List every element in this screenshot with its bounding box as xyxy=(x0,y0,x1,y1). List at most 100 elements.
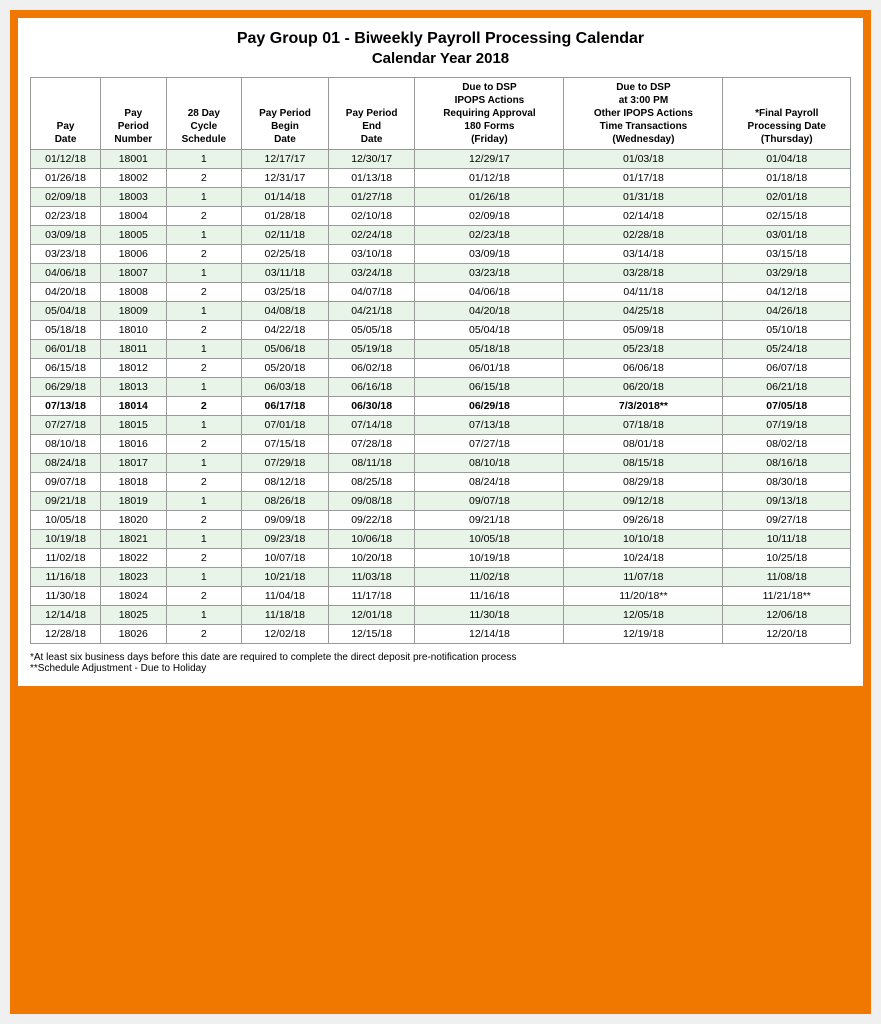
cell-0-6: 01/03/18 xyxy=(564,150,723,169)
cell-2-3: 01/14/18 xyxy=(242,188,329,207)
main-title: Pay Group 01 - Biweekly Payroll Processi… xyxy=(30,30,851,48)
cell-18-0: 09/21/18 xyxy=(31,492,101,511)
cell-15-0: 08/10/18 xyxy=(31,435,101,454)
cell-19-2: 2 xyxy=(166,511,242,530)
cell-18-6: 09/12/18 xyxy=(564,492,723,511)
cell-14-0: 07/27/18 xyxy=(31,416,101,435)
cell-0-1: 18001 xyxy=(101,150,166,169)
cell-21-0: 11/02/18 xyxy=(31,549,101,568)
cell-6-1: 18007 xyxy=(101,264,166,283)
outer-border: Pay Group 01 - Biweekly Payroll Processi… xyxy=(10,10,871,1014)
cell-5-7: 03/15/18 xyxy=(723,245,851,264)
cell-11-5: 06/01/18 xyxy=(415,359,564,378)
cell-3-5: 02/09/18 xyxy=(415,207,564,226)
cell-20-3: 09/23/18 xyxy=(242,530,329,549)
cell-12-5: 06/15/18 xyxy=(415,378,564,397)
cell-11-3: 05/20/18 xyxy=(242,359,329,378)
cell-5-6: 03/14/18 xyxy=(564,245,723,264)
cell-12-7: 06/21/18 xyxy=(723,378,851,397)
cell-12-3: 06/03/18 xyxy=(242,378,329,397)
table-row: 04/06/1818007103/11/1803/24/1803/23/1803… xyxy=(31,264,851,283)
cell-20-7: 10/11/18 xyxy=(723,530,851,549)
cell-7-3: 03/25/18 xyxy=(242,283,329,302)
cell-20-1: 18021 xyxy=(101,530,166,549)
cell-1-6: 01/17/18 xyxy=(564,169,723,188)
cell-19-3: 09/09/18 xyxy=(242,511,329,530)
cell-15-1: 18016 xyxy=(101,435,166,454)
cell-17-6: 08/29/18 xyxy=(564,473,723,492)
cell-13-1: 18014 xyxy=(101,397,166,416)
cell-24-1: 18025 xyxy=(101,606,166,625)
cell-21-3: 10/07/18 xyxy=(242,549,329,568)
cell-4-5: 02/23/18 xyxy=(415,226,564,245)
cell-1-5: 01/12/18 xyxy=(415,169,564,188)
cell-3-3: 01/28/18 xyxy=(242,207,329,226)
table-row: 02/09/1818003101/14/1801/27/1801/26/1801… xyxy=(31,188,851,207)
cell-14-5: 07/13/18 xyxy=(415,416,564,435)
table-row: 10/05/1818020209/09/1809/22/1809/21/1809… xyxy=(31,511,851,530)
cell-21-6: 10/24/18 xyxy=(564,549,723,568)
cell-5-2: 2 xyxy=(166,245,242,264)
cell-24-6: 12/05/18 xyxy=(564,606,723,625)
cell-8-0: 05/04/18 xyxy=(31,302,101,321)
table-row: 04/20/1818008203/25/1804/07/1804/06/1804… xyxy=(31,283,851,302)
cell-20-0: 10/19/18 xyxy=(31,530,101,549)
cell-1-0: 01/26/18 xyxy=(31,169,101,188)
cell-24-4: 12/01/18 xyxy=(328,606,415,625)
cell-0-0: 01/12/18 xyxy=(31,150,101,169)
cell-22-7: 11/08/18 xyxy=(723,568,851,587)
table-row: 08/24/1818017107/29/1808/11/1808/10/1808… xyxy=(31,454,851,473)
cell-13-3: 06/17/18 xyxy=(242,397,329,416)
cell-14-4: 07/14/18 xyxy=(328,416,415,435)
table-row: 03/09/1818005102/11/1802/24/1802/23/1802… xyxy=(31,226,851,245)
cell-17-2: 2 xyxy=(166,473,242,492)
cell-7-6: 04/11/18 xyxy=(564,283,723,302)
cell-18-2: 1 xyxy=(166,492,242,511)
cell-20-5: 10/05/18 xyxy=(415,530,564,549)
cell-4-1: 18005 xyxy=(101,226,166,245)
cell-12-4: 06/16/18 xyxy=(328,378,415,397)
cell-16-3: 07/29/18 xyxy=(242,454,329,473)
cell-2-6: 01/31/18 xyxy=(564,188,723,207)
cell-24-2: 1 xyxy=(166,606,242,625)
cell-3-4: 02/10/18 xyxy=(328,207,415,226)
table-row: 05/04/1818009104/08/1804/21/1804/20/1804… xyxy=(31,302,851,321)
cell-25-4: 12/15/18 xyxy=(328,625,415,644)
cell-23-1: 18024 xyxy=(101,587,166,606)
cell-6-4: 03/24/18 xyxy=(328,264,415,283)
cell-7-5: 04/06/18 xyxy=(415,283,564,302)
cell-15-6: 08/01/18 xyxy=(564,435,723,454)
cell-8-7: 04/26/18 xyxy=(723,302,851,321)
cell-19-5: 09/21/18 xyxy=(415,511,564,530)
cell-9-3: 04/22/18 xyxy=(242,321,329,340)
cell-16-7: 08/16/18 xyxy=(723,454,851,473)
cell-5-4: 03/10/18 xyxy=(328,245,415,264)
cell-13-4: 06/30/18 xyxy=(328,397,415,416)
cell-25-0: 12/28/18 xyxy=(31,625,101,644)
cell-19-7: 09/27/18 xyxy=(723,511,851,530)
table-row: 01/12/1818001112/17/1712/30/1712/29/1701… xyxy=(31,150,851,169)
cell-13-2: 2 xyxy=(166,397,242,416)
cell-8-1: 18009 xyxy=(101,302,166,321)
cell-25-1: 18026 xyxy=(101,625,166,644)
cell-11-6: 06/06/18 xyxy=(564,359,723,378)
cell-6-6: 03/28/18 xyxy=(564,264,723,283)
cell-17-4: 08/25/18 xyxy=(328,473,415,492)
cell-9-4: 05/05/18 xyxy=(328,321,415,340)
table-row: 06/01/1818011105/06/1805/19/1805/18/1805… xyxy=(31,340,851,359)
cell-8-5: 04/20/18 xyxy=(415,302,564,321)
cell-19-6: 09/26/18 xyxy=(564,511,723,530)
cell-12-6: 06/20/18 xyxy=(564,378,723,397)
table-row: 06/15/1818012205/20/1806/02/1806/01/1806… xyxy=(31,359,851,378)
cell-23-4: 11/17/18 xyxy=(328,587,415,606)
table-row: 11/16/1818023110/21/1811/03/1811/02/1811… xyxy=(31,568,851,587)
cell-12-1: 18013 xyxy=(101,378,166,397)
cell-25-7: 12/20/18 xyxy=(723,625,851,644)
cell-2-1: 18003 xyxy=(101,188,166,207)
cell-17-7: 08/30/18 xyxy=(723,473,851,492)
cell-11-1: 18012 xyxy=(101,359,166,378)
payroll-calendar-table: PayDate PayPeriodNumber 28 DayCycleSched… xyxy=(30,77,851,644)
cell-15-4: 07/28/18 xyxy=(328,435,415,454)
cell-17-5: 08/24/18 xyxy=(415,473,564,492)
cell-11-7: 06/07/18 xyxy=(723,359,851,378)
